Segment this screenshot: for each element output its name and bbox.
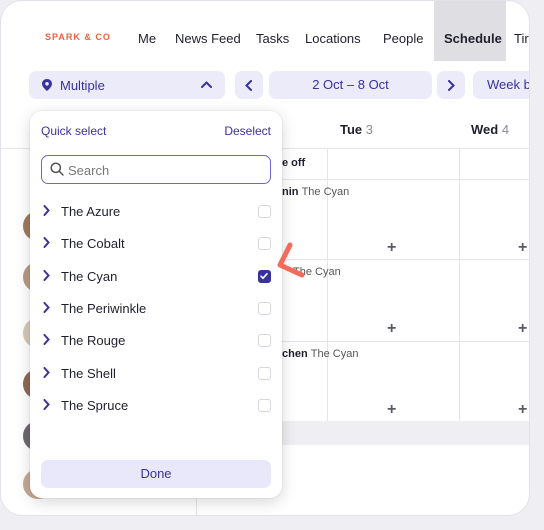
search-icon xyxy=(50,162,64,176)
add-shift-button[interactable]: + xyxy=(518,320,527,338)
day-header-wed: Wed 4 xyxy=(471,122,510,137)
search-field[interactable] xyxy=(41,155,271,184)
location-item-label: The Rouge xyxy=(61,333,126,348)
location-select-button[interactable]: Multiple xyxy=(29,71,225,99)
chevron-right-icon[interactable] xyxy=(43,270,50,281)
search-input[interactable] xyxy=(68,160,263,180)
location-item-label: The Periwinkle xyxy=(61,301,147,316)
nav-news-feed[interactable]: News Feed xyxy=(175,1,241,61)
day-header-tue: Tue 3 xyxy=(340,122,374,137)
chevron-right-icon[interactable] xyxy=(43,205,50,216)
location-item-azure[interactable]: The Azure xyxy=(30,197,282,227)
location-item-label: The Spruce xyxy=(61,398,129,413)
location-item-periwinkle[interactable]: The Periwinkle xyxy=(30,294,282,324)
brand-logo: SPARK & CO xyxy=(45,32,111,42)
location-item-cyan[interactable]: The Cyan xyxy=(30,262,282,292)
add-shift-button[interactable]: + xyxy=(518,239,527,257)
add-shift-button[interactable]: + xyxy=(387,239,396,257)
location-item-label: The Cyan xyxy=(61,269,118,284)
add-shift-button[interactable]: + xyxy=(387,401,396,419)
location-item-label: The Cobalt xyxy=(61,236,125,251)
location-checkbox[interactable] xyxy=(258,302,271,315)
location-checkbox[interactable] xyxy=(258,367,271,380)
done-button[interactable]: Done xyxy=(41,460,271,488)
nav-locations[interactable]: Locations xyxy=(305,1,361,61)
quick-select-link[interactable]: Quick select xyxy=(41,124,106,138)
nav-schedule[interactable]: Schedule xyxy=(434,1,506,61)
date-range-button[interactable]: 2 Oct – 8 Oct xyxy=(269,71,432,99)
row-label: e off xyxy=(282,157,306,169)
location-checkbox[interactable] xyxy=(258,237,271,250)
app-window: SPARK & CO Me News Feed Tasks Locations … xyxy=(0,0,530,516)
nav-time[interactable]: Tir xyxy=(514,1,529,61)
prev-week-button[interactable] xyxy=(235,71,263,99)
chevron-left-icon xyxy=(245,80,252,91)
location-item-rouge[interactable]: The Rouge xyxy=(30,326,282,356)
chevron-right-icon xyxy=(448,80,455,91)
annotation-arrow-icon xyxy=(277,242,305,278)
deselect-link[interactable]: Deselect xyxy=(224,124,271,138)
map-pin-icon xyxy=(42,79,52,91)
location-checkbox[interactable] xyxy=(258,270,271,283)
location-checkbox[interactable] xyxy=(258,334,271,347)
view-select-button[interactable]: Week b xyxy=(473,71,529,99)
add-shift-button[interactable]: + xyxy=(387,320,396,338)
next-week-button[interactable] xyxy=(437,71,465,99)
chevron-right-icon[interactable] xyxy=(43,334,50,345)
row-label: chen The Cyan xyxy=(282,348,359,360)
location-item-spruce[interactable]: The Spruce xyxy=(30,391,282,421)
location-item-cobalt[interactable]: The Cobalt xyxy=(30,229,282,259)
location-item-label: The Azure xyxy=(61,204,121,219)
location-select-label: Multiple xyxy=(60,78,105,93)
nav-people[interactable]: People xyxy=(383,1,423,61)
chevron-right-icon[interactable] xyxy=(43,302,50,313)
chevron-right-icon[interactable] xyxy=(43,237,50,248)
location-dropdown: Quick select Deselect The Azure The Coba… xyxy=(30,111,282,498)
add-shift-button[interactable]: + xyxy=(518,401,527,419)
chevron-right-icon[interactable] xyxy=(43,367,50,378)
chevron-right-icon[interactable] xyxy=(43,399,50,410)
location-checkbox[interactable] xyxy=(258,399,271,412)
check-icon xyxy=(260,273,268,280)
row-label: nin The Cyan xyxy=(282,186,350,198)
nav-me[interactable]: Me xyxy=(138,1,156,61)
location-item-label: The Shell xyxy=(61,366,116,381)
location-checkbox[interactable] xyxy=(258,205,271,218)
chevron-up-icon xyxy=(201,81,212,88)
top-nav: SPARK & CO Me News Feed Tasks Locations … xyxy=(1,1,529,61)
location-item-shell[interactable]: The Shell xyxy=(30,359,282,389)
nav-tasks[interactable]: Tasks xyxy=(256,1,289,61)
